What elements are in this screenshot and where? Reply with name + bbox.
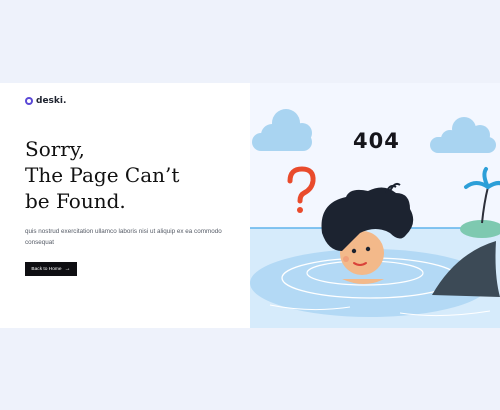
content-panel: deski. Sorry, The Page Can’t be Found. q… [0,83,250,328]
title-line-3: be Found. [25,189,126,213]
back-to-home-button[interactable]: Back to Home → [25,262,77,276]
error-description: quis nostrud exercitation ullamco labori… [25,228,222,246]
cloud-icon [252,109,312,151]
logo-icon [25,97,33,105]
title-line-1: Sorry, [25,137,85,161]
back-to-home-label: Back to Home [31,266,62,272]
brand-logo[interactable]: deski. [25,96,66,106]
title-line-2: The Page Can’t [25,163,180,187]
arrow-right-icon: → [64,266,71,272]
palm-tree-icon [460,167,500,238]
error-card: deski. Sorry, The Page Can’t be Found. q… [0,83,500,328]
page-title: Sorry, The Page Can’t be Found. [25,136,245,214]
cloud-icon [430,117,496,153]
brand-name: deski. [36,96,67,106]
error-code: 404 [353,129,400,153]
illustration-panel: 404 [250,83,500,328]
illustration-scene [250,109,500,328]
question-mark-icon [287,166,316,213]
